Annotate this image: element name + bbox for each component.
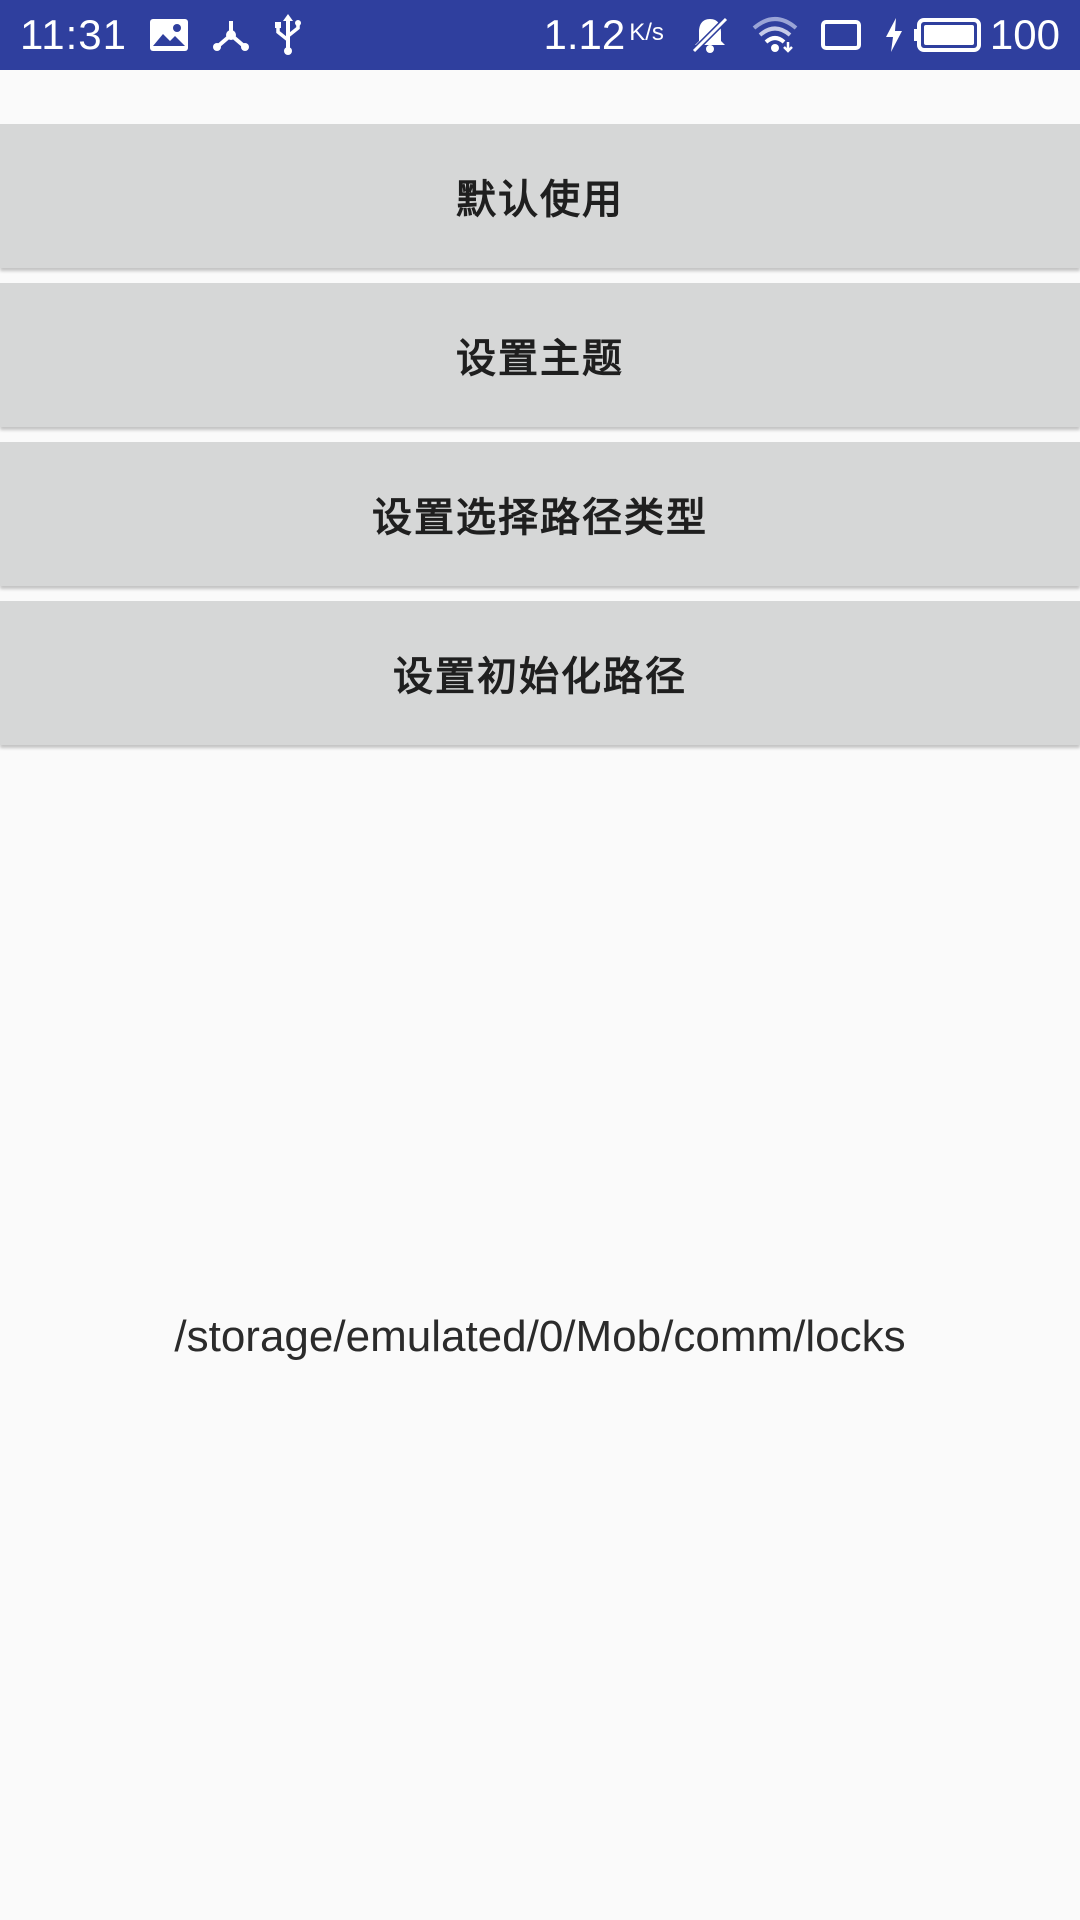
selected-path-text: /storage/emulated/0/Mob/comm/locks	[174, 1312, 906, 1361]
button-list: 默认使用 设置主题 设置选择路径类型 设置初始化路径	[0, 124, 1080, 760]
set-initial-path-button[interactable]: 设置初始化路径	[0, 601, 1080, 745]
network-speed-unit: K/s	[629, 19, 664, 46]
bell-off-icon	[690, 15, 730, 55]
usb-icon	[273, 14, 303, 56]
status-bar: 11:31 1.12 K/s 100	[0, 0, 1080, 70]
battery-icon	[913, 18, 982, 52]
status-bar-left: 11:31	[20, 11, 325, 59]
wifi-icon	[752, 16, 798, 54]
set-theme-button[interactable]: 设置主题	[0, 283, 1080, 427]
app-screen: 11:31 1.12 K/s 100 默认使用 设置主题 设置选择路径类型 设置…	[0, 0, 1080, 1920]
default-use-button[interactable]: 默认使用	[0, 124, 1080, 268]
share-hub-icon	[211, 17, 251, 53]
set-path-type-button[interactable]: 设置选择路径类型	[0, 442, 1080, 586]
image-icon	[149, 18, 189, 52]
tablet-icon	[820, 19, 862, 51]
battery-level: 100	[989, 11, 1060, 58]
network-speed: 1.12	[543, 11, 626, 58]
status-bar-right: 1.12 K/s 100	[543, 11, 1060, 59]
charging-bolt-icon	[884, 18, 904, 52]
status-time: 11:31	[20, 11, 127, 58]
